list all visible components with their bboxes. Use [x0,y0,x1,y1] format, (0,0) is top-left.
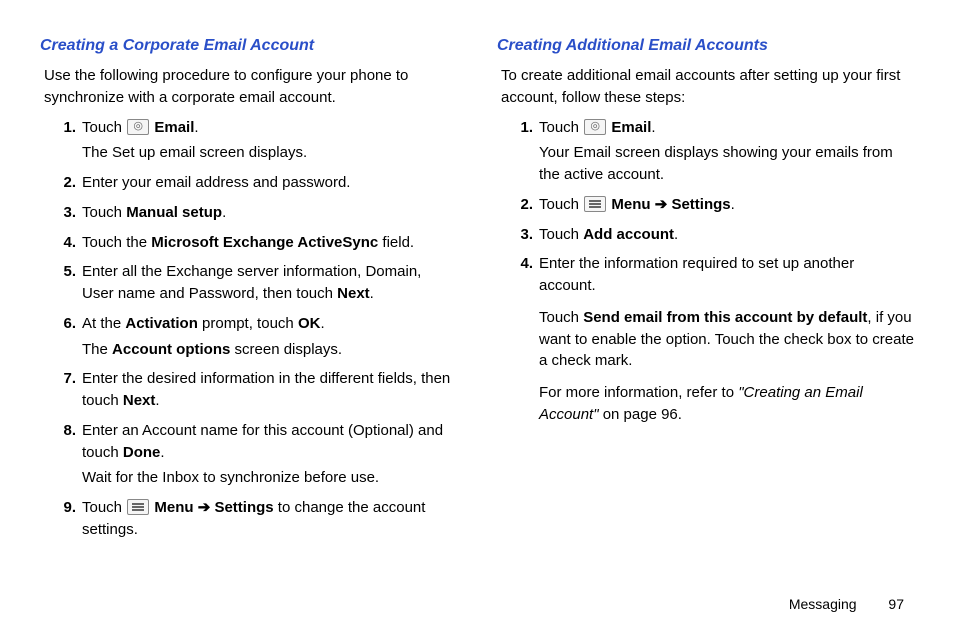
email-icon [584,119,606,135]
step-number: 5. [50,261,76,283]
email-icon [127,119,149,135]
intro-text: To create additional email accounts afte… [501,65,914,109]
step-text: Enter your email address and password. [82,174,350,191]
list-item: 4. Touch the Microsoft Exchange ActiveSy… [60,232,457,254]
step-text: Touch the Microsoft Exchange ActiveSync … [82,234,414,251]
list-item: 7. Enter the desired information in the … [60,368,457,412]
list-item: 5. Enter all the Exchange server informa… [60,261,457,305]
list-item: 6. At the Activation prompt, touch OK. T… [60,313,457,361]
step-number: 9. [50,497,76,519]
step-text: Enter all the Exchange server informatio… [82,263,421,302]
step-text: Touch Email. [82,119,199,136]
step-number: 2. [507,194,533,216]
list-item: 9. Touch Menu ➔ Settings to change the a… [60,497,457,541]
step-text: Enter the information required to set up… [539,255,854,294]
list-item: 3. Touch Add account. [517,224,914,246]
step-number: 3. [50,202,76,224]
step-sub: Wait for the Inbox to synchronize before… [82,467,457,489]
step-number: 8. [50,420,76,442]
step-text: Enter the desired information in the dif… [82,370,450,409]
list-item: 3. Touch Manual setup. [60,202,457,224]
list-item: 1. Touch Email. The Set up email screen … [60,117,457,165]
heading-corporate-email: Creating a Corporate Email Account [40,34,457,57]
list-item: 2. Touch Menu ➔ Settings. [517,194,914,216]
step-number: 2. [50,172,76,194]
step-text: Touch Menu ➔ Settings. [539,196,735,213]
step-number: 1. [50,117,76,139]
step-number: 3. [507,224,533,246]
menu-icon [127,499,149,515]
heading-additional-email: Creating Additional Email Accounts [497,34,914,57]
step-para: Touch Send email from this account by de… [539,307,914,372]
step-text: Touch Email. [539,119,656,136]
step-number: 7. [50,368,76,390]
section-name: Messaging [789,596,857,612]
step-para: For more information, refer to "Creating… [539,382,914,426]
page-number: 97 [888,594,904,614]
left-column: Creating a Corporate Email Account Use t… [40,34,457,549]
step-sub: The Account options screen displays. [82,339,457,361]
step-sub: Your Email screen displays showing your … [539,142,914,186]
step-number: 4. [507,253,533,275]
menu-icon [584,196,606,212]
step-number: 4. [50,232,76,254]
step-text: Touch Manual setup. [82,204,226,221]
intro-text: Use the following procedure to configure… [44,65,457,109]
step-text: Touch Add account. [539,226,678,243]
page-footer: Messaging 97 [789,594,904,614]
list-item: 2. Enter your email address and password… [60,172,457,194]
steps-list-right: 1. Touch Email. Your Email screen displa… [517,117,914,426]
list-item: 8. Enter an Account name for this accoun… [60,420,457,489]
step-sub: The Set up email screen displays. [82,142,457,164]
right-column: Creating Additional Email Accounts To cr… [497,34,914,549]
step-text: At the Activation prompt, touch OK. [82,315,325,332]
step-number: 6. [50,313,76,335]
step-text: Enter an Account name for this account (… [82,422,443,461]
step-number: 1. [507,117,533,139]
list-item: 4. Enter the information required to set… [517,253,914,425]
list-item: 1. Touch Email. Your Email screen displa… [517,117,914,186]
steps-list-left: 1. Touch Email. The Set up email screen … [60,117,457,541]
step-text: Touch Menu ➔ Settings to change the acco… [82,499,425,538]
